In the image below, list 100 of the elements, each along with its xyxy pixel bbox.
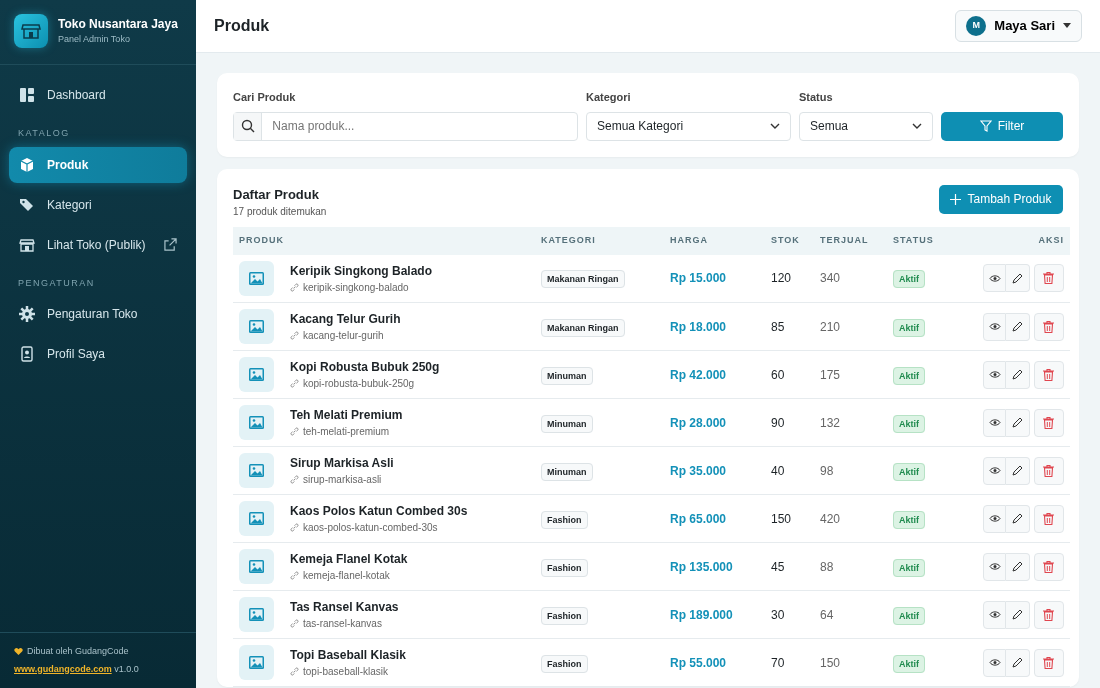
sold-text: 98 bbox=[820, 463, 834, 478]
filter-button[interactable]: Filter bbox=[941, 111, 1063, 141]
link-icon bbox=[290, 427, 299, 436]
trash-icon bbox=[1043, 608, 1055, 621]
website-link[interactable]: www.gudangcode.com bbox=[14, 663, 112, 674]
column-header: STATUS bbox=[893, 235, 934, 245]
sold-text: 420 bbox=[820, 511, 841, 526]
product-name: Teh Melati Premium bbox=[290, 407, 403, 424]
edit-button[interactable] bbox=[1006, 504, 1030, 533]
user-menu-button[interactable]: M Maya Sari bbox=[955, 10, 1082, 42]
edit-button[interactable] bbox=[1006, 360, 1030, 389]
sidebar-item[interactable]: Lihat Toko (Publik) bbox=[9, 226, 187, 263]
dashboard-icon bbox=[19, 87, 35, 103]
edit-button[interactable] bbox=[1006, 552, 1030, 581]
delete-button[interactable] bbox=[1033, 600, 1064, 629]
trash-icon bbox=[1043, 272, 1055, 285]
eye-icon bbox=[988, 466, 1001, 475]
eye-icon bbox=[988, 322, 1001, 331]
heart-icon bbox=[14, 647, 23, 657]
delete-button[interactable] bbox=[1033, 312, 1064, 341]
stock-text: 150 bbox=[771, 511, 792, 526]
eye-icon bbox=[988, 610, 1001, 619]
sidebar-item[interactable]: Dashboard bbox=[9, 77, 187, 113]
edit-button[interactable] bbox=[1006, 312, 1030, 341]
stock-text: 120 bbox=[771, 271, 792, 286]
price-text: Rp 35.000 bbox=[670, 463, 727, 478]
price-text: Rp 65.000 bbox=[670, 511, 727, 526]
profile-icon bbox=[19, 346, 35, 362]
add-product-button[interactable]: Tambah Produk bbox=[939, 184, 1063, 214]
sold-text: 210 bbox=[820, 319, 841, 334]
sidebar-item[interactable]: Pengaturan Toko bbox=[9, 296, 187, 332]
delete-button[interactable] bbox=[1033, 648, 1064, 677]
product-name: Sirup Markisa Asli bbox=[290, 455, 394, 472]
field-label: Kategori bbox=[586, 90, 632, 105]
search-input[interactable]: Nama produk... bbox=[262, 117, 577, 135]
price-text: Rp 42.000 bbox=[670, 367, 727, 382]
stock-text: 30 bbox=[771, 607, 785, 622]
sidebar-item[interactable]: Profil Saya bbox=[9, 336, 187, 372]
product-slug: kopi-robusta-bubuk-250g bbox=[303, 377, 415, 391]
price-text: Rp 55.000 bbox=[670, 655, 727, 670]
delete-button[interactable] bbox=[1033, 264, 1064, 293]
product-name: Keripik Singkong Balado bbox=[290, 262, 433, 280]
eye-icon bbox=[988, 562, 1001, 571]
credit-text: Dibuat oleh GudangCode bbox=[27, 645, 129, 658]
category-tag: Minuman bbox=[541, 414, 593, 433]
section-heading: PENGATURAN bbox=[17, 276, 96, 290]
link-icon bbox=[290, 571, 299, 580]
result-count: 17 produk ditemukan bbox=[233, 205, 327, 219]
status-tag: Aktif bbox=[893, 558, 925, 577]
search-field[interactable]: Nama produk... bbox=[233, 111, 578, 141]
stock-text: 40 bbox=[771, 463, 785, 478]
sold-text: 88 bbox=[820, 559, 834, 574]
delete-button[interactable] bbox=[1033, 408, 1064, 437]
sold-text: 175 bbox=[820, 367, 841, 382]
product-slug: teh-melati-premium bbox=[303, 425, 390, 439]
category-tag: Fashion bbox=[541, 654, 588, 673]
edit-button[interactable] bbox=[1006, 408, 1030, 437]
status-select[interactable]: Semua bbox=[799, 111, 933, 141]
price-text: Rp 18.000 bbox=[670, 319, 727, 334]
product-name: Kaos Polos Katun Combed 30s bbox=[290, 503, 468, 520]
tag-icon bbox=[19, 196, 35, 213]
product-slug: tas-ransel-kanvas bbox=[303, 617, 382, 631]
category-select[interactable]: Semua Kategori bbox=[586, 111, 791, 141]
delete-button[interactable] bbox=[1033, 360, 1064, 389]
status-tag: Aktif bbox=[893, 606, 925, 625]
stock-text: 85 bbox=[771, 319, 785, 334]
sidebar-item[interactable]: Produk bbox=[9, 146, 187, 183]
product-slug: kacang-telur-gurih bbox=[303, 329, 384, 343]
link-icon bbox=[290, 379, 299, 388]
status-tag: Aktif bbox=[893, 414, 925, 433]
delete-button[interactable] bbox=[1033, 504, 1064, 533]
edit-button[interactable] bbox=[1006, 600, 1030, 629]
edit-button[interactable] bbox=[1006, 648, 1030, 677]
column-header: KATEGORI bbox=[541, 235, 596, 245]
delete-button[interactable] bbox=[1033, 456, 1064, 485]
edit-button[interactable] bbox=[1006, 264, 1030, 293]
status-tag: Aktif bbox=[893, 654, 925, 673]
status-tag: Aktif bbox=[893, 366, 925, 385]
delete-button[interactable] bbox=[1033, 552, 1064, 581]
pencil-icon bbox=[1012, 465, 1024, 476]
avatar: M bbox=[966, 16, 987, 36]
field-label: Cari Produk bbox=[233, 90, 297, 105]
trash-icon bbox=[1043, 464, 1055, 477]
store-subtitle: Panel Admin Toko bbox=[58, 33, 131, 47]
link-icon bbox=[290, 475, 299, 484]
trash-icon bbox=[1043, 656, 1055, 669]
product-name: Kopi Robusta Bubuk 250g bbox=[290, 359, 440, 376]
product-name: Tas Ransel Kanvas bbox=[290, 599, 399, 616]
pencil-icon bbox=[1012, 417, 1024, 428]
sidebar-item[interactable]: Kategori bbox=[9, 186, 187, 223]
stock-text: 90 bbox=[771, 415, 785, 430]
pencil-icon bbox=[1012, 321, 1024, 332]
pencil-icon bbox=[1012, 561, 1024, 572]
category-tag: Fashion bbox=[541, 606, 588, 625]
image-placeholder-icon bbox=[239, 549, 274, 584]
price-text: Rp 15.000 bbox=[670, 271, 727, 286]
category-tag: Fashion bbox=[541, 558, 588, 577]
link-icon bbox=[290, 619, 299, 628]
edit-button[interactable] bbox=[1006, 456, 1030, 485]
status-tag: Aktif bbox=[893, 510, 925, 529]
